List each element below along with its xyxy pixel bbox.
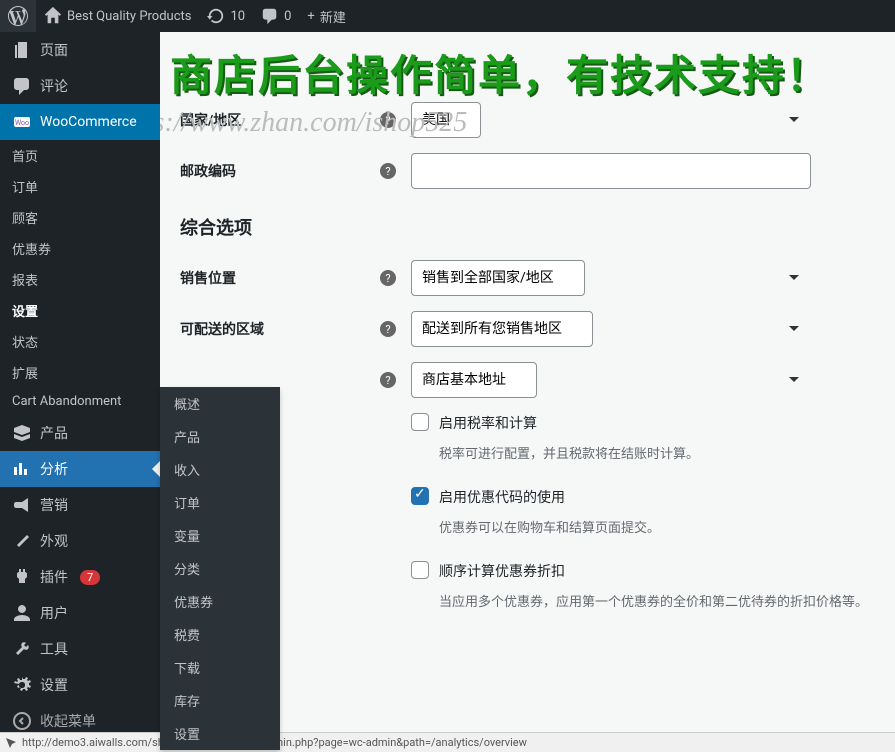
- plugin-update-badge: 7: [80, 570, 100, 585]
- comments-link[interactable]: 0: [253, 0, 299, 32]
- woocommerce-submenu: 首页 订单 顾客 优惠券 报表 设置 状态 扩展 Cart Abandonmen…: [0, 140, 160, 415]
- browser-status-bar: http://demo3.aiwalls.com/shopdemo/wp-adm…: [0, 732, 895, 752]
- submenu-settings[interactable]: 设置: [0, 295, 160, 326]
- cursor-icon: [5, 737, 17, 749]
- sidebar-item-analytics[interactable]: 分析: [0, 451, 160, 487]
- sidebar-item-users[interactable]: 用户: [0, 595, 160, 631]
- products-icon: [12, 423, 32, 443]
- watermark-url: https://www.zhan.com/ishop525: [160, 107, 467, 139]
- submenu-customers[interactable]: 顾客: [0, 202, 160, 233]
- sell-location-label: 销售位置: [180, 268, 380, 288]
- new-content-link[interactable]: + 新建: [299, 0, 353, 32]
- sidebar-item-settings[interactable]: 设置: [0, 667, 160, 703]
- coupon-description: 优惠券可以在购物车和结算页面提交。: [180, 517, 875, 536]
- enable-tax-checkbox[interactable]: [411, 413, 429, 431]
- flyout-orders[interactable]: 订单: [160, 486, 280, 519]
- wp-logo-button[interactable]: [0, 0, 36, 32]
- comment-icon: [261, 7, 279, 25]
- woocommerce-icon: Woo: [12, 112, 32, 132]
- sidebar-item-pages[interactable]: 页面: [0, 32, 160, 68]
- comments-count: 0: [284, 9, 291, 24]
- site-home-link[interactable]: Best Quality Products: [36, 0, 199, 32]
- flyout-revenue[interactable]: 收入: [160, 453, 280, 486]
- help-icon[interactable]: ?: [380, 372, 396, 388]
- promo-banner: 商店后台操作简单，有技术支持！: [170, 42, 830, 103]
- appearance-icon: [12, 531, 32, 551]
- sidebar-item-products[interactable]: 产品: [0, 415, 160, 451]
- analytics-flyout-menu: 概述 产品 收入 订单 变量 分类 优惠券 税费 下载 库存 设置: [160, 387, 280, 750]
- flyout-settings[interactable]: 设置: [160, 717, 280, 750]
- refresh-icon: [207, 7, 225, 25]
- admin-bar: Best Quality Products 10 0 + 新建: [0, 0, 895, 32]
- sequential-coupon-label: 顺序计算优惠券折扣: [439, 561, 565, 581]
- enable-coupon-label: 启用优惠代码的使用: [439, 487, 565, 507]
- admin-sidebar: 页面 评论 Woo WooCommerce 首页 订单 顾客 优惠券 报表 设置…: [0, 32, 160, 752]
- sidebar-item-appearance[interactable]: 外观: [0, 523, 160, 559]
- sidebar-item-woocommerce[interactable]: Woo WooCommerce: [0, 104, 160, 140]
- sequential-description: 当应用多个优惠券，应用第一个优惠券的全价和第二优待券的折扣价格等。: [180, 591, 875, 610]
- sidebar-item-comments[interactable]: 评论: [0, 68, 160, 104]
- submenu-status[interactable]: 状态: [0, 326, 160, 357]
- flyout-taxes[interactable]: 税费: [160, 618, 280, 651]
- currency-header: 币种选项: [180, 635, 875, 661]
- tax-description: 税率可进行配置，并且税款将在结账时计算。: [180, 443, 875, 462]
- enable-coupon-checkbox[interactable]: [411, 487, 429, 505]
- postal-input[interactable]: [411, 153, 811, 189]
- plugins-icon: [12, 567, 32, 587]
- help-icon[interactable]: ?: [380, 321, 396, 337]
- sidebar-item-tools[interactable]: 工具: [0, 631, 160, 667]
- enable-tax-label: 启用税率和计算: [439, 413, 537, 433]
- marketing-icon: [12, 495, 32, 515]
- flyout-variations[interactable]: 变量: [160, 519, 280, 552]
- help-icon[interactable]: ?: [380, 163, 396, 179]
- default-location-select[interactable]: 商店基本地址: [411, 362, 537, 398]
- submenu-cart-abandonment[interactable]: Cart Abandonment: [0, 388, 160, 415]
- analytics-icon: [12, 459, 32, 479]
- wordpress-icon: [8, 6, 28, 26]
- submenu-home[interactable]: 首页: [0, 140, 160, 171]
- sell-location-select[interactable]: 销售到全部国家/地区: [411, 260, 585, 296]
- submenu-extensions[interactable]: 扩展: [0, 357, 160, 388]
- flyout-downloads[interactable]: 下载: [160, 651, 280, 684]
- sidebar-item-plugins[interactable]: 插件 7: [0, 559, 160, 595]
- updates-link[interactable]: 10: [199, 0, 253, 32]
- settings-icon: [12, 675, 32, 695]
- new-label: 新建: [320, 7, 346, 26]
- tools-icon: [12, 639, 32, 659]
- ship-location-label: 可配送的区域: [180, 319, 380, 339]
- users-icon: [12, 603, 32, 623]
- flyout-products[interactable]: 产品: [160, 420, 280, 453]
- plus-icon: +: [307, 9, 314, 24]
- svg-text:Woo: Woo: [15, 119, 29, 127]
- submenu-coupons[interactable]: 优惠券: [0, 233, 160, 264]
- comments-icon: [12, 76, 32, 96]
- general-options-header: 综合选项: [180, 214, 875, 240]
- pages-icon: [12, 40, 32, 60]
- submenu-orders[interactable]: 订单: [0, 171, 160, 202]
- postal-label: 邮政编码: [180, 161, 380, 181]
- collapse-icon: [12, 711, 32, 731]
- flyout-overview[interactable]: 概述: [160, 387, 280, 420]
- site-name: Best Quality Products: [67, 9, 191, 24]
- flyout-stock[interactable]: 库存: [160, 684, 280, 717]
- flyout-coupons[interactable]: 优惠券: [160, 585, 280, 618]
- home-icon: [44, 7, 62, 25]
- sequential-coupon-checkbox[interactable]: [411, 561, 429, 579]
- ship-location-select[interactable]: 配送到所有您销售地区: [411, 311, 593, 347]
- sidebar-item-marketing[interactable]: 营销: [0, 487, 160, 523]
- help-icon[interactable]: ?: [380, 270, 396, 286]
- updates-count: 10: [230, 9, 245, 24]
- submenu-reports[interactable]: 报表: [0, 264, 160, 295]
- flyout-categories[interactable]: 分类: [160, 552, 280, 585]
